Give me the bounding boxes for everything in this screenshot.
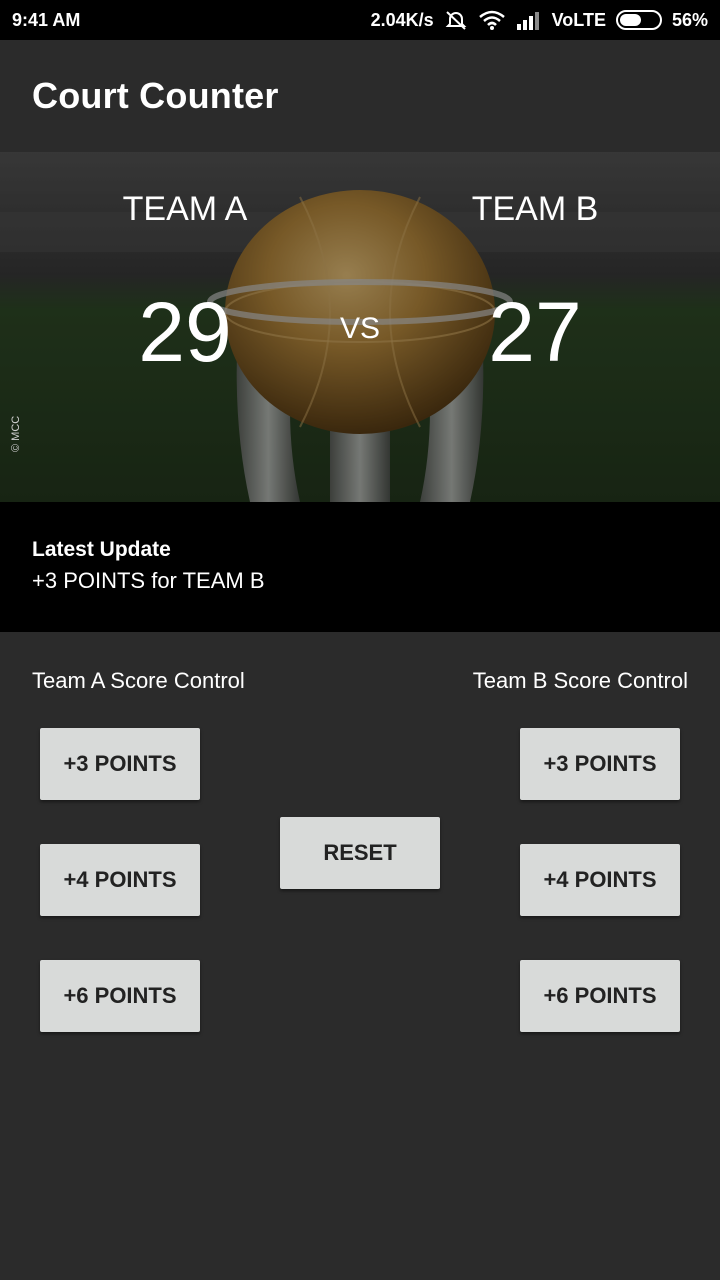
status-indicators: 2.04K/s VoLTE 56%: [371, 9, 708, 31]
latest-update-text: +3 POINTS for TEAM B: [32, 568, 265, 593]
team-a-add-4-button[interactable]: +4 POINTS: [40, 844, 200, 916]
team-b-name: TEAM B: [471, 190, 599, 228]
vs-label: VS: [339, 312, 381, 345]
battery-percent: 56%: [671, 9, 708, 30]
team-b-add-4-button[interactable]: +4 POINTS: [520, 844, 680, 916]
status-time: 9:41 AM: [12, 9, 81, 30]
battery-icon: [615, 10, 662, 30]
reset-button[interactable]: RESET: [280, 817, 440, 889]
battery-level: [619, 14, 642, 26]
latest-update-title: Latest Update: [32, 538, 171, 561]
team-a-control-label: Team A Score Control: [32, 668, 245, 693]
team-a-score: 29: [138, 285, 232, 379]
team-b-score: 27: [488, 285, 582, 379]
signal-icon: [516, 10, 542, 30]
scoreboard-hero: TEAM A TEAM B 29 VS 27 © MCC: [0, 152, 720, 502]
mute-alarm-icon: [444, 9, 468, 31]
network-speed: 2.04K/s: [370, 9, 434, 30]
status-bar: 9:41 AM 2.04K/s VoLTE 56%: [0, 0, 720, 40]
wifi-icon: [478, 9, 506, 31]
team-b-add-3-button[interactable]: +3 POINTS: [520, 728, 680, 800]
score-controls: Team A Score Control Team B Score Contro…: [0, 632, 720, 1280]
app-bar: Court Counter: [0, 40, 720, 152]
team-b-add-6-button[interactable]: +6 POINTS: [520, 960, 680, 1032]
team-a-name: TEAM A: [122, 190, 248, 228]
team-a-add-6-button[interactable]: +6 POINTS: [40, 960, 200, 1032]
network-type: VoLTE: [551, 9, 606, 30]
image-credit: © MCC: [10, 415, 22, 452]
latest-update-panel: Latest Update +3 POINTS for TEAM B: [0, 502, 720, 632]
team-a-add-3-button[interactable]: +3 POINTS: [40, 728, 200, 800]
team-b-control-label: Team B Score Control: [472, 668, 688, 693]
app-title: Court Counter: [32, 75, 279, 116]
